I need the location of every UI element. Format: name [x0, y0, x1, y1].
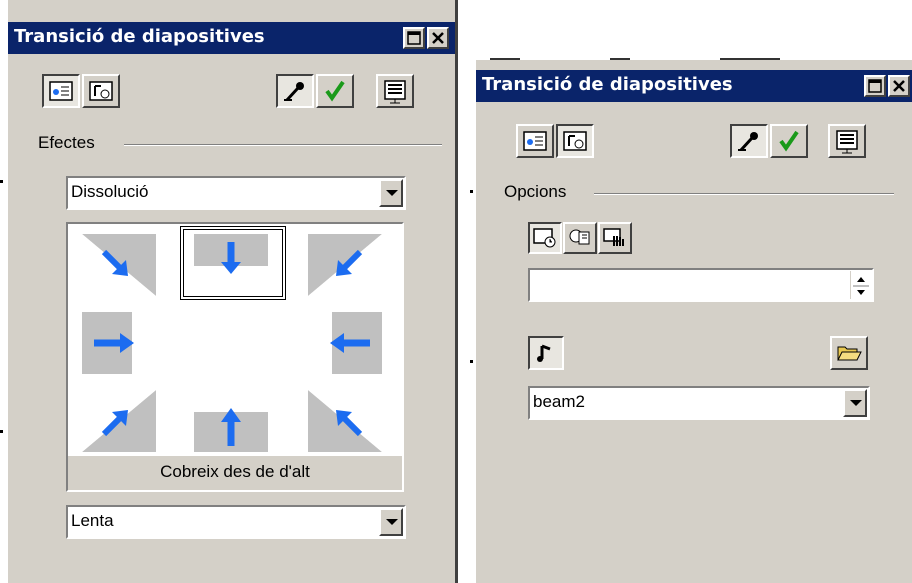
panel-title: Transició de diapositives	[482, 74, 733, 95]
open-folder-icon	[837, 346, 862, 361]
minimize-button[interactable]	[403, 27, 425, 49]
cover-up-tile[interactable]	[194, 390, 268, 452]
advance-on-click-icon	[569, 229, 590, 245]
slideshow-button[interactable]	[376, 74, 414, 108]
minimize-button[interactable]	[864, 75, 886, 97]
cover-up-left-tile[interactable]	[308, 390, 382, 452]
close-icon	[432, 32, 444, 44]
options-tab-icon	[89, 81, 113, 101]
chevron-down-icon[interactable]	[379, 508, 403, 536]
timing-spinner[interactable]	[528, 268, 874, 302]
close-icon	[893, 80, 905, 92]
panel-title: Transició de diapositives	[14, 26, 265, 47]
sound-dropdown[interactable]: beam2	[528, 386, 870, 420]
effects-tab-icon	[523, 131, 547, 151]
cover-right-tile[interactable]	[82, 312, 156, 374]
slideshow-button[interactable]	[828, 124, 866, 158]
background-artifact	[0, 180, 3, 188]
effects-tab-button[interactable]	[42, 74, 80, 108]
apply-check-icon	[325, 80, 345, 102]
sound-note-icon	[537, 344, 551, 362]
cover-down-tile	[194, 234, 268, 292]
minimize-icon	[868, 79, 882, 93]
advance-on-click-button[interactable]	[563, 222, 597, 254]
effects-group-label: Efectes	[38, 133, 95, 152]
apply-button[interactable]	[770, 124, 808, 158]
advance-on-time-icon	[533, 228, 556, 248]
chevron-down-icon[interactable]	[379, 179, 403, 207]
title-bar: Transició de diapositives	[476, 70, 912, 102]
effects-tab-icon	[49, 81, 73, 101]
grid-caption-bar: Cobreix des de d'alt	[68, 456, 402, 490]
record-narration-button[interactable]	[276, 74, 314, 108]
sound-button[interactable]	[528, 336, 564, 370]
spinner-arrows[interactable]	[850, 271, 871, 299]
options-tab-button[interactable]	[556, 124, 594, 158]
cover-down-left-tile[interactable]	[308, 234, 382, 296]
options-tab-icon	[563, 131, 587, 151]
spinner-up-down-icon	[853, 277, 869, 295]
background-artifact	[470, 360, 473, 368]
record-narration-button[interactable]	[730, 124, 768, 158]
cover-down-tile-selected[interactable]	[180, 226, 286, 300]
slideshow-icon	[384, 80, 406, 104]
effect-dropdown-value: Dissolució	[71, 182, 149, 201]
cover-up-right-tile[interactable]	[82, 390, 156, 452]
record-narration-icon	[738, 132, 758, 152]
open-sound-file-button[interactable]	[830, 336, 868, 370]
group-separator	[124, 144, 442, 146]
group-separator	[594, 193, 894, 195]
close-button[interactable]	[427, 27, 449, 49]
minimize-icon	[407, 31, 421, 45]
slide-transition-panel-options: Transició de diapositives Opcions beam2	[474, 60, 912, 583]
background-artifact	[470, 190, 473, 198]
options-tab-button[interactable]	[82, 74, 120, 108]
speed-dropdown-value: Lenta	[71, 511, 114, 530]
apply-button[interactable]	[316, 74, 354, 108]
speed-dropdown[interactable]: Lenta	[66, 505, 406, 539]
record-narration-icon	[284, 82, 304, 102]
apply-check-icon	[779, 130, 799, 152]
options-group-label: Opcions	[504, 182, 567, 201]
slide-transition-panel-effects: Transició de diapositives Efectes Dissol…	[6, 0, 458, 583]
effect-caption: Cobreix des de d'alt	[160, 462, 310, 481]
background-artifact	[0, 430, 3, 438]
sound-dropdown-value: beam2	[533, 392, 585, 411]
slideshow-icon	[836, 130, 858, 154]
close-button[interactable]	[888, 75, 910, 97]
effect-variant-grid: Cobreix des de d'alt	[66, 222, 404, 492]
advance-on-time-button[interactable]	[528, 222, 562, 254]
advance-on-click-or-time-button[interactable]	[598, 222, 632, 254]
cover-down-right-tile[interactable]	[82, 234, 156, 296]
effect-dropdown[interactable]: Dissolució	[66, 176, 406, 210]
effects-tab-button[interactable]	[516, 124, 554, 158]
cover-left-tile[interactable]	[308, 312, 382, 374]
title-bar: Transició de diapositives	[8, 22, 455, 54]
chevron-down-icon[interactable]	[843, 389, 867, 417]
advance-on-click-or-time-icon	[603, 228, 624, 246]
